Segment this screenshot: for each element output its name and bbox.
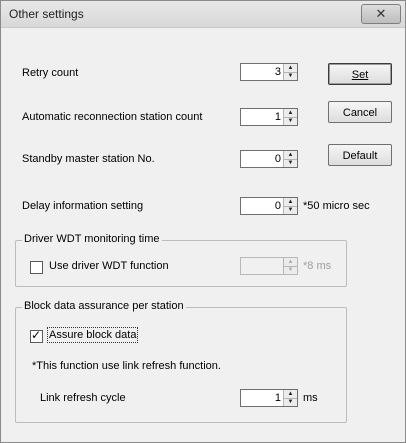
retry-count-value[interactable]: 3 bbox=[275, 66, 281, 78]
down-arrow-icon[interactable]: ▼ bbox=[284, 117, 297, 125]
link-refresh-note: *This function use link refresh function… bbox=[32, 360, 221, 372]
delay-info-label: Delay information setting bbox=[22, 200, 144, 212]
auto-reconnect-arrows: ▲ ▼ bbox=[283, 109, 297, 125]
default-button-label: Default bbox=[342, 150, 378, 162]
retry-count-spinner[interactable]: 3 ▲ ▼ bbox=[240, 63, 298, 81]
down-arrow-icon: ▼ bbox=[287, 267, 294, 273]
driver-wdt-unit: *8 ms bbox=[303, 260, 332, 272]
auto-reconnect-value[interactable]: 1 bbox=[275, 111, 281, 123]
block-data-group: Block data assurance per station ✓ Assur… bbox=[15, 300, 347, 423]
retry-count-arrows: ▲ ▼ bbox=[283, 64, 297, 80]
link-refresh-cycle-spinner[interactable]: 1 ▲ ▼ bbox=[240, 389, 298, 407]
checkmark-icon: ✓ bbox=[31, 328, 42, 342]
delay-info-unit: *50 micro sec bbox=[303, 200, 370, 212]
driver-wdt-group: Driver WDT monitoring time Use driver WD… bbox=[15, 233, 347, 287]
auto-reconnect-spinner[interactable]: 1 ▲ ▼ bbox=[240, 108, 298, 126]
driver-wdt-arrows: ▲ ▼ bbox=[283, 258, 297, 274]
set-button[interactable]: Set bbox=[328, 63, 392, 85]
cancel-button[interactable]: Cancel bbox=[328, 101, 392, 123]
link-refresh-cycle-arrows: ▲ ▼ bbox=[283, 390, 297, 406]
assure-block-data-checkbox[interactable]: ✓ bbox=[30, 328, 43, 343]
close-icon: ✕ bbox=[375, 6, 387, 21]
retry-count-label: Retry count bbox=[22, 67, 79, 79]
standby-master-spinner[interactable]: 0 ▲ ▼ bbox=[240, 150, 298, 168]
other-settings-dialog: Other settings ✕ Retry count 3 ▲ ▼ Autom… bbox=[0, 0, 406, 443]
down-arrow-icon[interactable]: ▼ bbox=[284, 72, 297, 80]
assure-block-data-label[interactable]: Assure block data bbox=[46, 327, 139, 343]
down-arrow-icon[interactable]: ▼ bbox=[284, 398, 297, 406]
set-button-label: Set bbox=[351, 69, 369, 81]
standby-master-label: Standby master station No. bbox=[22, 153, 155, 165]
use-driver-wdt-checkbox[interactable] bbox=[30, 261, 43, 274]
auto-reconnect-label: Automatic reconnection station count bbox=[22, 111, 203, 123]
dialog-title: Other settings bbox=[9, 7, 84, 21]
down-arrow-icon[interactable]: ▼ bbox=[284, 159, 297, 167]
delay-info-arrows: ▲ ▼ bbox=[283, 198, 297, 214]
driver-wdt-group-title: Driver WDT monitoring time bbox=[22, 233, 162, 245]
standby-master-value[interactable]: 0 bbox=[275, 153, 281, 165]
cancel-button-label: Cancel bbox=[342, 107, 378, 119]
delay-info-value[interactable]: 0 bbox=[275, 200, 281, 212]
use-driver-wdt-label[interactable]: Use driver WDT function bbox=[49, 260, 169, 272]
driver-wdt-spinner: ▲ ▼ bbox=[240, 257, 298, 275]
close-button[interactable]: ✕ bbox=[361, 4, 401, 24]
link-refresh-cycle-value[interactable]: 1 bbox=[275, 392, 281, 404]
link-refresh-cycle-label: Link refresh cycle bbox=[40, 392, 126, 404]
link-refresh-cycle-unit: ms bbox=[303, 392, 318, 404]
default-button[interactable]: Default bbox=[328, 144, 392, 166]
standby-master-arrows: ▲ ▼ bbox=[283, 151, 297, 167]
block-data-group-title: Block data assurance per station bbox=[22, 300, 186, 312]
title-bar: Other settings ✕ bbox=[1, 1, 405, 28]
down-arrow-icon[interactable]: ▼ bbox=[284, 206, 297, 214]
delay-info-spinner[interactable]: 0 ▲ ▼ bbox=[240, 197, 298, 215]
